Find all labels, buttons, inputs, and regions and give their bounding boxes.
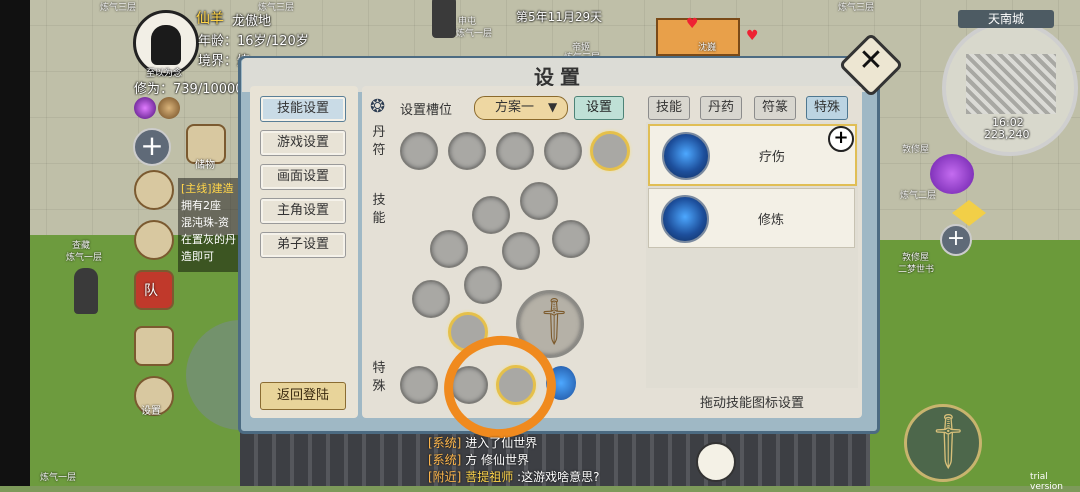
tab-skill-settings[interactable]: 技能设置 xyxy=(260,96,346,122)
character-icon[interactable] xyxy=(134,220,174,260)
pill-slot[interactable] xyxy=(448,132,486,170)
row-label-char: 技 xyxy=(372,193,386,208)
meditation-icon xyxy=(662,132,710,180)
tab-special[interactable]: 特殊 xyxy=(806,96,848,120)
skill-name: 疗伤 xyxy=(758,150,785,165)
tab-hero-settings[interactable]: 主角设置 xyxy=(260,198,346,224)
skill-slot[interactable] xyxy=(430,230,468,268)
minimap-location: 天南城 xyxy=(958,10,1054,28)
slot-settings-label: 设置槽位 xyxy=(400,103,453,118)
npc-realm: 二梦世书 xyxy=(898,265,935,275)
npc-realm: 炼气一层 xyxy=(40,473,77,483)
skill-card-heal[interactable]: 疗伤 xyxy=(648,124,857,186)
heart-icon: ♥ xyxy=(746,28,759,44)
row-label-char: 符 xyxy=(372,143,386,158)
tab-talisman[interactable]: 符篆 xyxy=(754,96,796,120)
npc-realm: 炼气一层 xyxy=(66,253,103,263)
meditation-icon xyxy=(661,195,709,243)
chat-text: :这游戏啥意思? xyxy=(517,470,600,484)
quest-line: 造即可 xyxy=(181,250,214,263)
sect-icon[interactable] xyxy=(134,170,174,210)
player-coords: 223,240 xyxy=(984,128,1030,141)
add-skill-icon[interactable]: + xyxy=(828,126,854,152)
item-orb-icon[interactable] xyxy=(158,97,180,119)
chevron-down-icon[interactable]: ▼ xyxy=(548,96,557,118)
storage-label: 储物 xyxy=(195,160,215,171)
row-label-char: 能 xyxy=(372,211,386,226)
quest-tracker[interactable]: [主线]建造 拥有2座 混沌珠-资 在置灰的丹 造即可 xyxy=(178,178,246,272)
npc-name: 敦修屋 xyxy=(902,145,930,155)
swirl-icon: ❂ xyxy=(370,96,386,117)
game-date: 第5年11月29天 xyxy=(516,10,603,24)
special-slot[interactable] xyxy=(400,366,438,404)
drag-hint: 拖动技能图标设置 xyxy=(699,396,804,411)
close-icon[interactable]: ✕ xyxy=(848,41,894,81)
npc-realm: 炼气二层 xyxy=(900,191,937,201)
yin-yang-icon[interactable] xyxy=(696,442,736,482)
pill-slot[interactable] xyxy=(496,132,534,170)
skill-card-cultivate[interactable]: 修炼 xyxy=(648,188,855,248)
chat-line: [系统] 进入了仙世界 xyxy=(428,434,537,451)
buff-orb-icon[interactable] xyxy=(134,97,156,119)
heart-icon: ♥ xyxy=(686,16,699,32)
row-label-char: 特 xyxy=(372,361,386,376)
portal-orb[interactable] xyxy=(930,154,974,194)
npc-realm-label: 炼气三层 xyxy=(838,3,875,13)
pill-slot-selected[interactable] xyxy=(590,131,630,171)
chat-sender[interactable]: 菩提祖师 xyxy=(465,470,513,484)
chat-line: [系统] 方 修仙世界 xyxy=(428,451,529,468)
settings-label: 设置 xyxy=(141,406,161,417)
chat-channel: [附近] xyxy=(428,470,462,484)
trial-version-label: trial version xyxy=(1030,472,1063,492)
row-label-pill-talisman: 丹符 xyxy=(370,124,388,160)
row-label-special: 特殊 xyxy=(370,360,388,396)
tab-game-settings[interactable]: 游戏设置 xyxy=(260,130,346,156)
skill-slot[interactable] xyxy=(464,266,502,304)
pill-slot[interactable] xyxy=(400,132,438,170)
skill-slot[interactable] xyxy=(412,280,450,318)
ranking-icon[interactable] xyxy=(134,326,174,366)
npc-realm: 炼气一层 xyxy=(456,29,493,39)
sword-icon: 🗡 xyxy=(525,291,584,351)
npc-sprite[interactable] xyxy=(74,268,98,314)
minimap-buildings xyxy=(966,54,1056,114)
cultivation-progress: 修为：739/10000 xyxy=(134,82,244,97)
left-screen-edge xyxy=(0,0,30,486)
chat-line: [附近] 菩提祖师 :这游戏啥意思? xyxy=(428,468,599,485)
chat-channel: [系统] xyxy=(428,436,462,450)
chat-text: 进入了仙世界 xyxy=(465,436,538,450)
add-plus-button[interactable]: + xyxy=(133,128,171,166)
row-label-char: 丹 xyxy=(372,125,386,140)
quest-line: 拥有2座 xyxy=(181,199,221,212)
quest-line: 在置灰的丹 xyxy=(181,233,236,246)
npc-realm-label: 炼气三层 xyxy=(100,3,137,13)
tab-skill[interactable]: 技能 xyxy=(648,96,690,120)
row-label-char: 殊 xyxy=(372,379,386,394)
pill-slot[interactable] xyxy=(544,132,582,170)
row-label-skill: 技能 xyxy=(370,192,388,228)
npc-sprite[interactable] xyxy=(432,0,456,38)
tab-disciple-settings[interactable]: 弟子设置 xyxy=(260,232,346,258)
skill-name: 修炼 xyxy=(757,213,784,228)
skill-slot[interactable] xyxy=(520,182,558,220)
player-age: 年龄：16岁/120岁 xyxy=(198,34,309,49)
apply-settings-button[interactable]: 设置 xyxy=(574,96,624,120)
tab-pill[interactable]: 丹药 xyxy=(700,96,742,120)
skill-slot[interactable] xyxy=(472,196,510,234)
quest-line: 混沌珠-资 xyxy=(181,216,229,229)
attack-button[interactable]: 🗡 xyxy=(904,404,983,482)
player-name: 仙羊 xyxy=(196,11,224,27)
npc-name: 沈巍 xyxy=(698,43,717,53)
chat-channel: [系统] xyxy=(428,453,462,467)
tab-display-settings[interactable]: 画面设置 xyxy=(260,164,346,190)
quest-line: [主线]建造 xyxy=(181,182,234,195)
skill-slot[interactable] xyxy=(502,232,540,270)
skill-slot[interactable] xyxy=(552,220,590,258)
chat-text: 方 修仙世界 xyxy=(465,453,530,467)
expand-plus-button[interactable]: + xyxy=(940,224,972,256)
team-label: 队 xyxy=(144,283,158,299)
player-title-name: 龙傲地 xyxy=(232,14,272,29)
back-to-login-button[interactable]: 返回登陆 xyxy=(260,382,346,410)
